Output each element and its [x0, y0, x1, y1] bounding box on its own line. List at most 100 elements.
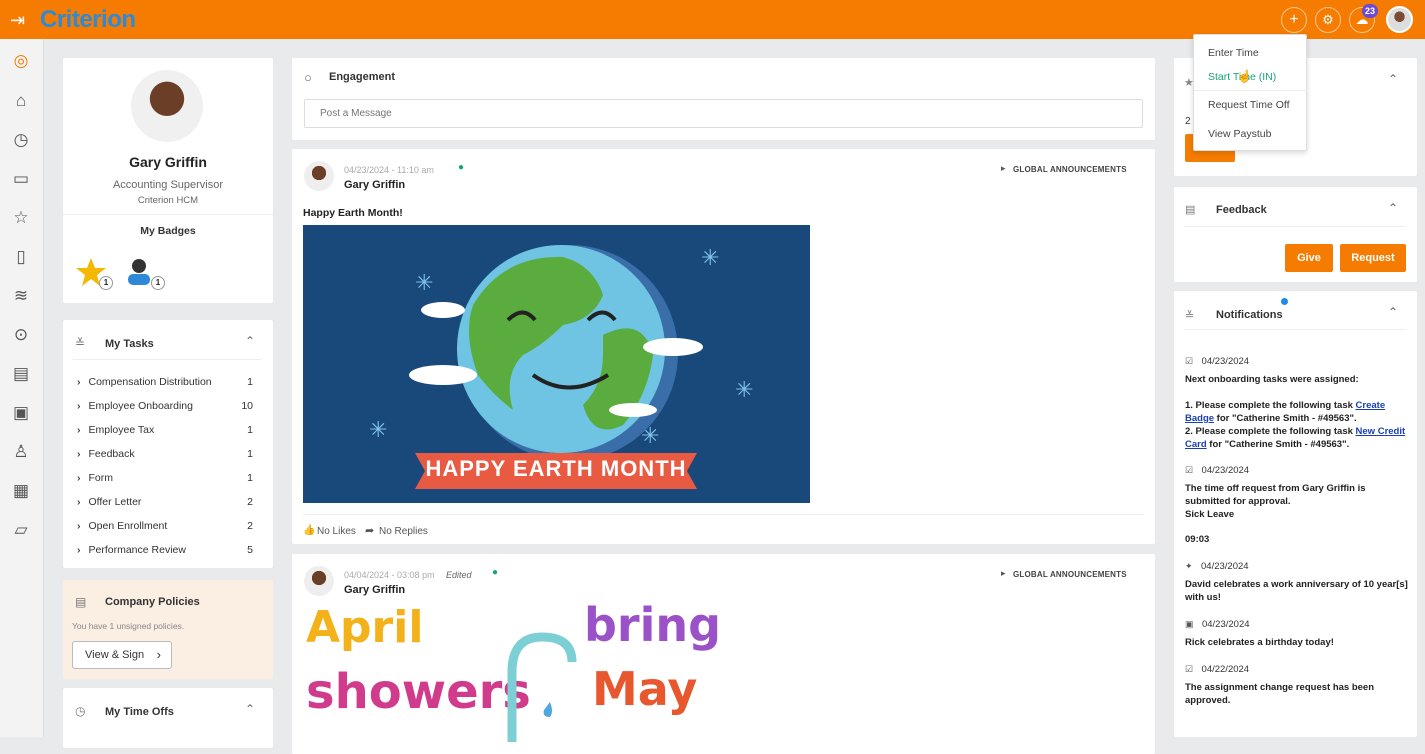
task-label: Compensation Distribution — [77, 376, 212, 388]
unread-dot — [1281, 298, 1288, 305]
task-row[interactable]: Employee Onboarding 10 — [77, 400, 254, 412]
task-row[interactable]: Feedback 1 — [77, 448, 254, 460]
request-feedback-button[interactable]: Request — [1340, 244, 1406, 272]
art-text-showers: showers — [306, 664, 531, 720]
notification-count-badge: 23 — [1362, 4, 1379, 18]
folder-person-icon[interactable]: ▣ — [11, 403, 31, 423]
notification-text: David celebrates a work anniversary of 1… — [1185, 579, 1408, 603]
divider — [73, 359, 261, 360]
timer-icon[interactable]: ◷ — [11, 130, 31, 150]
profile-photo — [131, 70, 203, 142]
calendar-icon[interactable]: ▦ — [11, 481, 31, 501]
view-paystub-item[interactable]: View Paystub — [1208, 128, 1271, 140]
replies-count[interactable]: No Replies — [379, 526, 428, 537]
tasks-icon: ≚ — [75, 336, 86, 350]
tasks-title: My Tasks — [105, 338, 154, 350]
task-count: 1 — [247, 376, 253, 388]
megaphone-icon: ▸ — [1001, 163, 1006, 173]
post-author[interactable]: Gary Griffin — [344, 584, 405, 596]
add-icon[interactable]: + — [1281, 7, 1307, 33]
my-tasks-card: ≚ My Tasks ⌃ Compensation Distribution 1 E… — [63, 320, 273, 568]
reply-icon[interactable]: ➦ — [365, 524, 374, 537]
user-avatar[interactable] — [1386, 6, 1413, 33]
mouse-cursor-icon: ☝ — [1237, 69, 1252, 83]
expand-menu-icon[interactable]: ⇥ — [10, 11, 30, 29]
post-card: 04/04/2024 - 03:08 pm Edited ● Gary Grif… — [292, 554, 1155, 754]
task-row[interactable]: Employee Tax 1 — [77, 424, 254, 436]
give-feedback-button[interactable]: Give — [1285, 244, 1333, 272]
notification-item[interactable]: ☑ 04/22/2024 The assignment change reque… — [1185, 659, 1410, 707]
profile-name: Gary Griffin — [129, 154, 207, 170]
svg-text:✳: ✳ — [701, 245, 719, 270]
april-showers-image[interactable]: April showers bring May — [302, 602, 722, 742]
collapse-chevron-icon[interactable]: ⌃ — [245, 334, 255, 348]
app-logo[interactable]: Criterion — [40, 6, 136, 34]
person-icon[interactable]: ♙ — [11, 442, 31, 462]
task-row[interactable]: Compensation Distribution 1 — [77, 376, 254, 388]
star-icon[interactable]: ☆ — [11, 208, 31, 228]
art-text-april: April — [306, 602, 424, 653]
home-icon[interactable]: ⌂ — [11, 91, 31, 111]
collapse-chevron-icon[interactable]: ⌃ — [1388, 72, 1398, 86]
task-count: 5 — [247, 544, 253, 556]
collapse-chevron-icon[interactable]: ⌃ — [245, 702, 255, 716]
notifications-title: Notifications — [1216, 309, 1283, 321]
notification-item[interactable]: ☑ 04/23/2024 The time off request from G… — [1185, 460, 1410, 546]
task-label: Feedback — [77, 448, 135, 460]
task-label: Performance Review — [77, 544, 186, 556]
partial-text: 2 — [1185, 116, 1191, 127]
notification-item[interactable]: ▣ 04/23/2024 Rick celebrates a birthday … — [1185, 614, 1410, 649]
art-text-bring: bring — [584, 602, 722, 652]
task-label: Employee Tax — [77, 424, 155, 436]
task-row[interactable]: Performance Review 5 — [77, 544, 254, 556]
criterion-logo-icon[interactable]: ◎ — [11, 51, 31, 71]
happy-earth-month-image[interactable]: ✳ ✳ ✳ ✳ ✳ HAPPY EARTH MONTH — [303, 225, 810, 503]
post-author[interactable]: Gary Griffin — [344, 179, 405, 191]
task-row[interactable]: Offer Letter 2 — [77, 496, 254, 508]
search-person-icon[interactable]: ⊙ — [11, 325, 31, 345]
post-message-input[interactable] — [304, 99, 1143, 128]
notification-date: 04/22/2024 — [1201, 664, 1250, 675]
policies-title: Company Policies — [105, 596, 200, 608]
notification-item[interactable]: ☑ 04/23/2024 Next onboarding tasks were … — [1185, 351, 1410, 451]
notifications-icon: ≚ — [1185, 310, 1195, 322]
company-policies-card: ▤ Company Policies You have 1 unsigned p… — [63, 580, 273, 679]
folder-icon[interactable]: ▱ — [11, 520, 31, 540]
training-icon[interactable]: ≋ — [11, 286, 31, 306]
settings-icon[interactable]: ⚙ — [1315, 7, 1341, 33]
person-badge-icon[interactable]: 1 — [125, 256, 165, 290]
task-row[interactable]: Open Enrollment 2 — [77, 520, 254, 532]
view-sign-label: View & Sign — [85, 649, 145, 661]
checkbox-icon: ☑ — [1185, 664, 1194, 674]
enter-time-item[interactable]: Enter Time — [1208, 47, 1259, 59]
book-icon[interactable]: ▯ — [11, 247, 31, 267]
post-tag: GLOBAL ANNOUNCEMENTS — [1013, 570, 1127, 579]
view-sign-button[interactable]: View & Sign › — [72, 641, 172, 669]
notification-text: Next onboarding tasks were assigned: — [1185, 374, 1359, 385]
likes-count[interactable]: No Likes — [317, 526, 356, 537]
notification-text: The assignment change request has been a… — [1185, 682, 1374, 706]
post-title: Happy Earth Month! — [303, 207, 403, 219]
task-text: 2. Please complete the following task — [1185, 426, 1356, 437]
task-count: 2 — [247, 496, 253, 508]
task-text: 1. Please complete the following task — [1185, 400, 1356, 411]
profile-company: Criterion HCM — [137, 195, 199, 206]
left-nav-sidebar: ◎ ⌂ ◷ ▭ ☆ ▯ ≋ ⊙ ▤ ▣ ♙ ▦ ▱ — [0, 39, 44, 737]
svg-text:✳: ✳ — [369, 417, 387, 442]
profile-role: Accounting Supervisor — [112, 179, 224, 191]
report-icon[interactable]: ▤ — [11, 364, 31, 384]
request-time-off-item[interactable]: Request Time Off — [1208, 99, 1290, 111]
author-avatar[interactable] — [304, 161, 334, 191]
collapse-chevron-icon[interactable]: ⌃ — [1388, 305, 1398, 319]
notification-text: The time off request from Gary Griffin i… — [1185, 483, 1366, 507]
quick-add-dropdown: Enter Time Start Time (IN) ☝ Request Tim… — [1193, 34, 1308, 151]
star-badge-icon[interactable]: 1 — [75, 256, 113, 290]
collapse-chevron-icon[interactable]: ⌃ — [1388, 201, 1398, 215]
like-icon[interactable]: 👍 — [303, 525, 315, 536]
task-row[interactable]: Form 1 — [77, 472, 254, 484]
chevron-right-icon: › — [156, 647, 161, 662]
task-label: Open Enrollment — [77, 520, 168, 532]
notification-item[interactable]: ✦ 04/23/2024 David celebrates a work ann… — [1185, 556, 1410, 604]
card-icon[interactable]: ▭ — [11, 169, 31, 189]
author-avatar[interactable] — [304, 566, 334, 596]
